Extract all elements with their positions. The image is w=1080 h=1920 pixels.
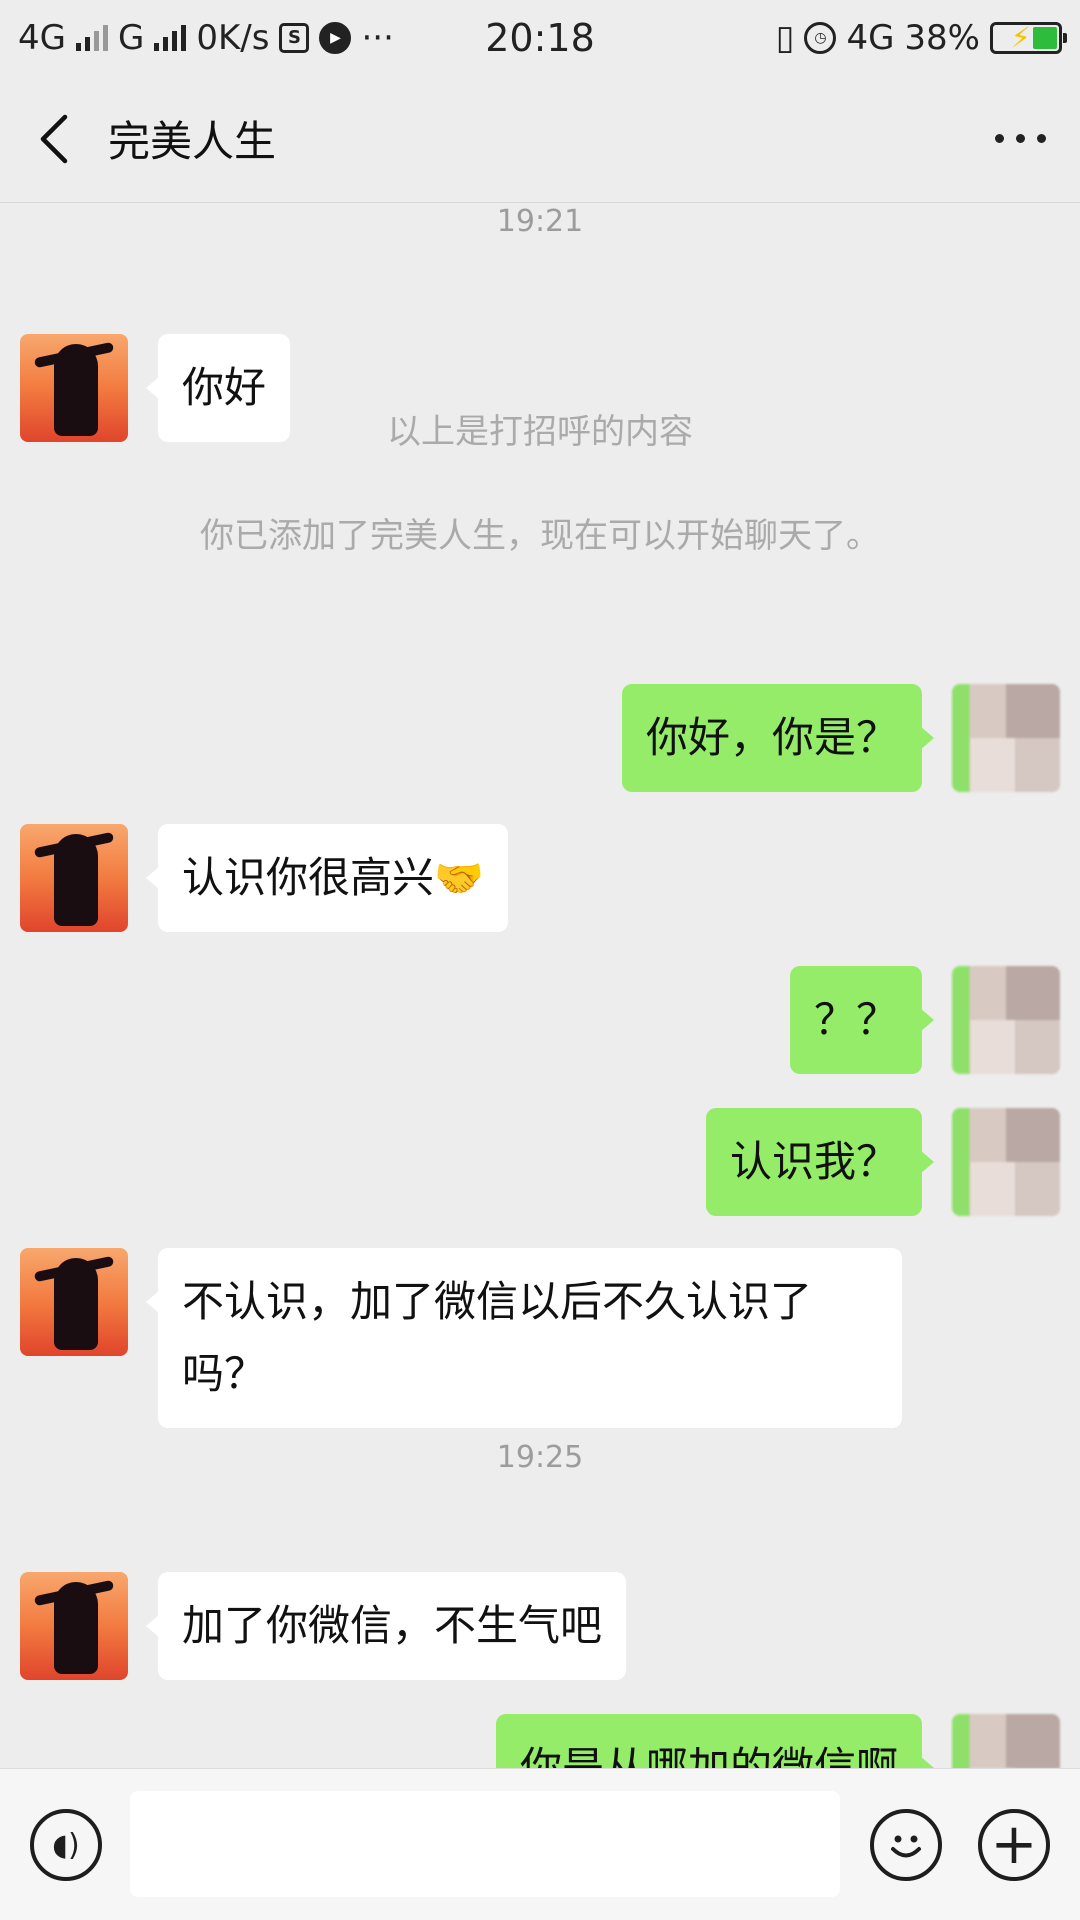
chat-title: 完美人生: [108, 117, 277, 166]
my-avatar[interactable]: [952, 684, 1060, 792]
message-bubble[interactable]: ？？: [789, 966, 935, 1074]
message-input[interactable]: [130, 1791, 840, 1897]
clock: 20:18: [485, 15, 595, 60]
status-bar: 4G G 0K/s S ▶ ··· 20:18 ▯ ◷ 4G 38% ⚡: [0, 0, 1080, 75]
message-bubble[interactable]: 你是从哪加的微信啊: [495, 1714, 935, 1768]
chevron-left-icon: [40, 114, 68, 163]
signal-icon-2: [154, 24, 187, 51]
network-label-3: 4G: [846, 17, 895, 58]
message-bubble[interactable]: 你好，你是？: [621, 684, 935, 792]
alarm-icon: ◷: [804, 21, 837, 54]
media-icon: ▶: [319, 21, 352, 54]
handshake-icon: 🤝: [434, 856, 484, 902]
notification-icon: S: [279, 22, 310, 53]
contact-avatar[interactable]: [20, 1572, 128, 1680]
more-button[interactable]: [960, 134, 1080, 143]
message-bubble[interactable]: 认识我？: [705, 1108, 935, 1216]
plus-icon: +: [990, 1812, 1038, 1877]
network-label: 4G: [18, 17, 66, 58]
message-text: 认识你很高兴: [182, 853, 435, 902]
message-list[interactable]: 19:21 你好 以上是打招呼的内容 你已添加了完美人生，现在可以开始聊天了。 …: [0, 204, 1080, 1768]
my-avatar[interactable]: [952, 1714, 1060, 1768]
battery-percent: 38%: [904, 17, 980, 58]
message-text-line: 吗？: [182, 1349, 267, 1398]
contact-avatar[interactable]: [20, 824, 128, 932]
message-bubble[interactable]: 不认识，加了微信以后不久认识了 吗？: [146, 1248, 902, 1428]
emoji-icon: [891, 1835, 921, 1858]
chat-header: 完美人生: [0, 75, 1080, 203]
status-bar-right: ▯ ◷ 4G 38% ⚡: [622, 17, 1067, 58]
more-dots-icon: [994, 134, 1004, 143]
timestamp: 19:21: [496, 204, 584, 239]
system-message: 以上是打招呼的内容: [387, 412, 693, 452]
battery-icon: ⚡: [990, 21, 1067, 54]
signal-icon: [75, 24, 108, 51]
vibrate-icon: ▯: [775, 17, 795, 58]
more-notifications-icon: ···: [361, 17, 394, 58]
my-avatar[interactable]: [952, 1108, 1060, 1216]
status-bar-left: 4G G 0K/s S ▶ ···: [18, 18, 478, 58]
message-text-line: 不认识，加了微信以后不久认识了: [182, 1277, 813, 1326]
system-message: 你已添加了完美人生，现在可以开始聊天了。: [200, 516, 880, 556]
message-bubble[interactable]: 加了你微信，不生气吧: [145, 1572, 627, 1680]
input-bar: ◖) +: [0, 1768, 1080, 1920]
voice-button[interactable]: ◖): [30, 1809, 102, 1881]
contact-avatar[interactable]: [20, 1248, 128, 1356]
network-speed: 0K/s: [196, 17, 270, 58]
my-avatar[interactable]: [952, 966, 1060, 1074]
emoji-button[interactable]: [870, 1809, 942, 1881]
timestamp: 19:25: [496, 1440, 584, 1475]
network-label-2: G: [117, 17, 145, 58]
plus-button[interactable]: +: [978, 1809, 1050, 1881]
message-bubble[interactable]: 认识你很高兴🤝: [146, 824, 508, 932]
back-button[interactable]: [10, 75, 100, 202]
voice-icon: ◖): [52, 1827, 80, 1863]
